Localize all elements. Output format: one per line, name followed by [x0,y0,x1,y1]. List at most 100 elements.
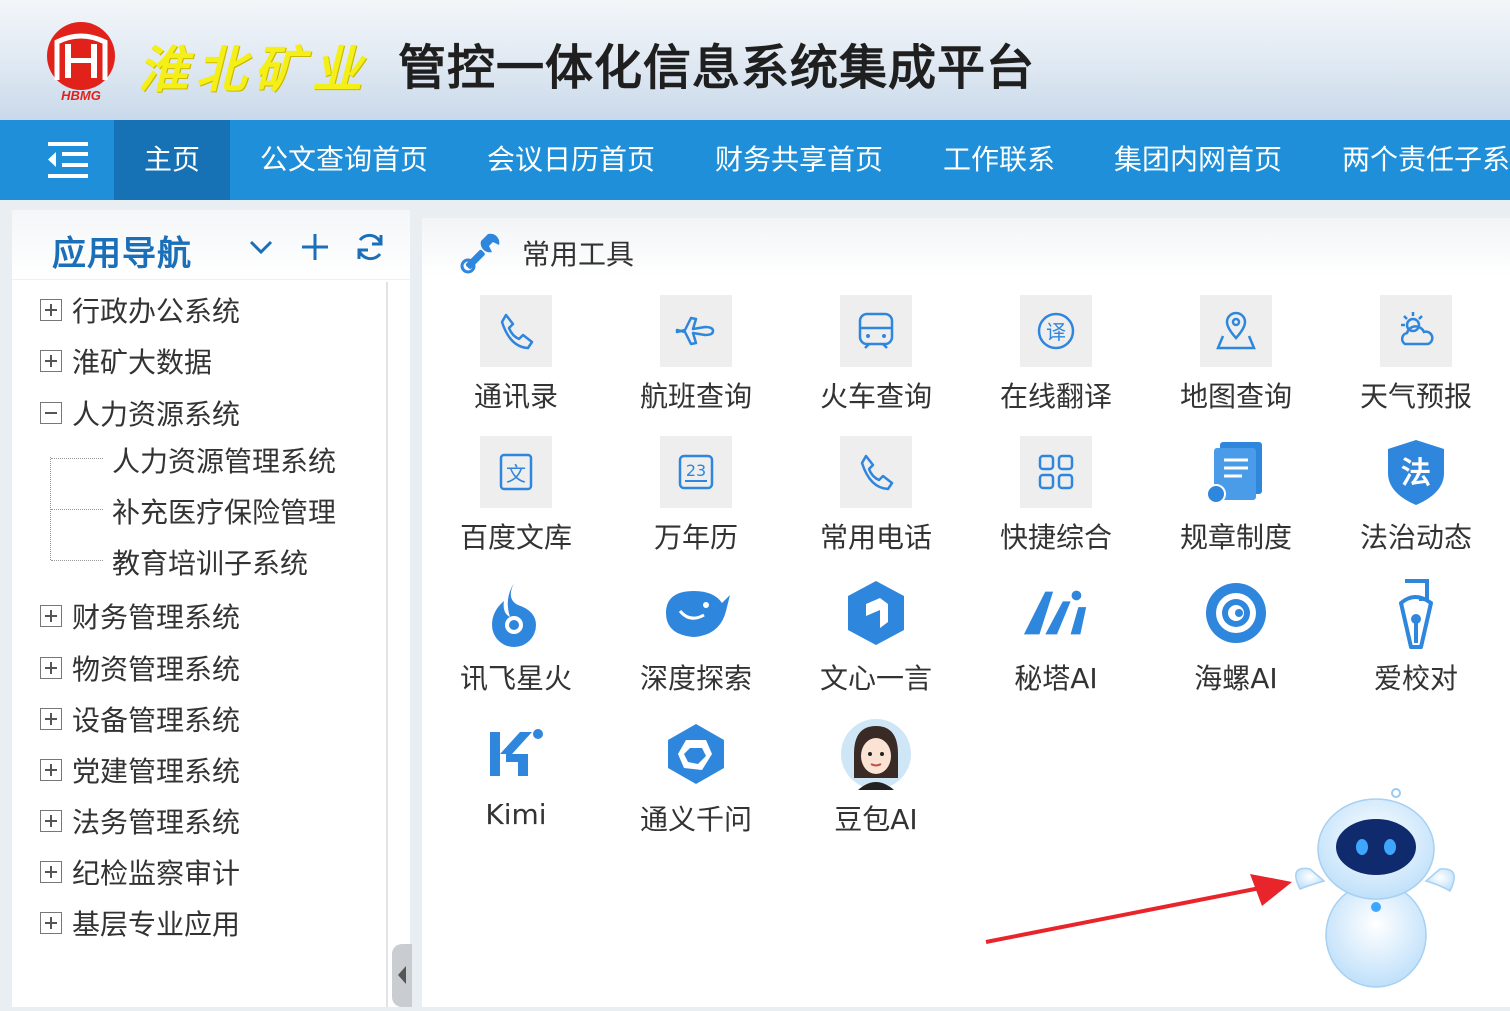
expand-plus-icon[interactable] [40,861,62,883]
menu-toggle-icon[interactable] [30,138,100,182]
chevron-down-icon[interactable] [244,230,278,264]
tree-node-hr-system[interactable]: 人力资源系统 [40,393,240,433]
map-icon [1216,311,1256,350]
tree-node-legal-affairs[interactable]: 法务管理系统 [40,801,240,841]
tree-connector [51,509,103,510]
tree-child-hr-management[interactable]: 人力资源管理系统 [112,440,336,480]
platform-title: 管控一体化信息系统集成平台 [398,40,1036,96]
tool-tile-train-search[interactable]: 火车查询 [801,295,951,435]
nav-tab-work-contact[interactable]: 工作联系 [943,120,1055,200]
svg-text:法: 法 [1401,456,1431,491]
proofread-icon [1399,579,1433,649]
tool-tile-deepseek[interactable]: 深度探索 [621,577,771,717]
plane-icon [675,316,715,346]
document-icon: 文 [499,453,533,491]
hexagon-cube-icon [848,581,904,645]
red-arrow-annotation [985,874,1292,944]
nav-tab-home[interactable]: 主页 [114,120,230,200]
expand-plus-icon[interactable] [40,350,62,372]
spark-flame-icon [492,583,536,647]
tool-tile-xunfei-spark[interactable]: 讯飞星火 [441,577,591,717]
tool-tile-rules[interactable]: 规章制度 [1161,436,1311,576]
tree-node-big-data[interactable]: 淮矿大数据 [40,341,212,381]
tools-section-title: 常用工具 [522,238,635,271]
svg-text:HBMG: HBMG [61,88,101,102]
rules-book-icon [1206,442,1262,504]
train-icon [858,312,894,349]
metaso-icon [1023,590,1087,635]
tool-tile-quick-links[interactable]: 快捷综合 [981,436,1131,576]
expand-plus-icon[interactable] [40,299,62,321]
tool-tile-metaso-ai[interactable]: 秘塔AI [981,577,1131,717]
expand-plus-icon[interactable] [40,708,62,730]
tool-tile-baidu-wenku[interactable]: 文 百度文库 [441,436,591,576]
tongyi-icon [668,724,724,784]
tree-child-education-training[interactable]: 教育培训子系统 [112,542,308,582]
tree-node-discipline-audit[interactable]: 纪检监察审计 [40,852,240,892]
expand-plus-icon[interactable] [40,657,62,679]
nav-tab-finance-sharing[interactable]: 财务共享首页 [715,120,883,200]
app-nav-sidebar: 应用导航 行政办公系统 淮矿大数据 人力资源系统 人力资源管理系统 补充医疗保险… [12,210,410,1007]
tool-tile-common-phones[interactable]: 常用电话 [801,436,951,576]
expand-plus-icon[interactable] [40,759,62,781]
tool-tile-flight-search[interactable]: 航班查询 [621,295,771,435]
tree-node-materials[interactable]: 物资管理系统 [40,648,240,688]
tree-connector [51,458,103,459]
law-shield-icon: 法 [1388,440,1444,505]
app-header: HBMG 淮北矿业 管控一体化信息系统集成平台 [0,0,1510,120]
kimi-icon [490,729,543,776]
tool-tile-hailuo-ai[interactable]: 海螺AI [1161,577,1311,717]
phone-icon [500,313,534,350]
tree-node-grassroots-apps[interactable]: 基层专业应用 [40,903,240,943]
wrench-icon [460,233,500,274]
tree-child-medical-insurance[interactable]: 补充医疗保险管理 [112,491,336,531]
nav-tab-meeting-calendar[interactable]: 会议日历首页 [487,120,655,200]
refresh-icon[interactable] [353,230,387,264]
sidebar-scrollbar[interactable] [386,282,388,1007]
tree-node-party-building[interactable]: 党建管理系统 [40,750,240,790]
doubao-avatar-icon [841,719,911,790]
tool-tile-tongyi-qianwen[interactable]: 通义千问 [621,718,771,858]
tool-tile-proofread[interactable]: 爱校对 [1341,577,1491,717]
tool-tile-weather[interactable]: 天气预报 [1341,295,1491,435]
tree-node-admin-office[interactable]: 行政办公系统 [40,290,240,330]
tool-tile-calendar[interactable]: 23 万年历 [621,436,771,576]
tools-section-header: 常用工具 [422,218,1510,276]
tool-tile-contacts[interactable]: 通讯录 [441,295,591,435]
sidebar-header: 应用导航 [12,210,410,280]
collapse-minus-icon[interactable] [40,402,62,424]
calendar-icon: 23 [678,454,714,490]
plus-icon[interactable] [298,230,332,264]
svg-text:23: 23 [686,461,706,480]
tool-tile-translate[interactable]: 译 在线翻译 [981,295,1131,435]
grid-icon [1038,454,1074,490]
phone-icon [860,454,894,491]
sidebar-title: 应用导航 [52,234,192,274]
tool-tile-map-search[interactable]: 地图查询 [1161,295,1311,435]
expand-plus-icon[interactable] [40,810,62,832]
translate-icon: 译 [1037,312,1075,350]
expand-plus-icon[interactable] [40,912,62,934]
tree-node-equipment[interactable]: 设备管理系统 [40,699,240,739]
tool-tile-law-news[interactable]: 法 法治动态 [1341,436,1491,576]
hbmg-logo: HBMG [47,22,115,102]
svg-text:文: 文 [506,462,526,486]
nav-tab-document-search[interactable]: 公文查询首页 [260,120,428,200]
sidebar-collapse-handle[interactable] [392,944,412,1007]
tool-tile-wenxin-yiyan[interactable]: 文心一言 [801,577,951,717]
triangle-left-icon [398,966,406,984]
svg-text:译: 译 [1046,320,1066,344]
weather-icon [1400,312,1434,346]
snail-icon [1206,583,1266,643]
top-navbar: 主页 公文查询首页 会议日历首页 财务共享首页 工作联系 集团内网首页 两个责任… [0,120,1510,200]
ai-robot-assistant-icon[interactable] [1290,785,1460,990]
tree-node-finance[interactable]: 财务管理系统 [40,596,240,636]
company-name: 淮北矿业 [138,40,370,99]
nav-tab-intranet[interactable]: 集团内网首页 [1114,120,1282,200]
tool-tile-kimi[interactable]: Kimi [441,718,591,858]
whale-icon [666,591,730,637]
nav-tab-two-responsibilities[interactable]: 两个责任子系 [1342,120,1510,200]
tree-connector [51,560,103,561]
tool-tile-doubao-ai[interactable]: 豆包AI [801,718,951,858]
expand-plus-icon[interactable] [40,605,62,627]
